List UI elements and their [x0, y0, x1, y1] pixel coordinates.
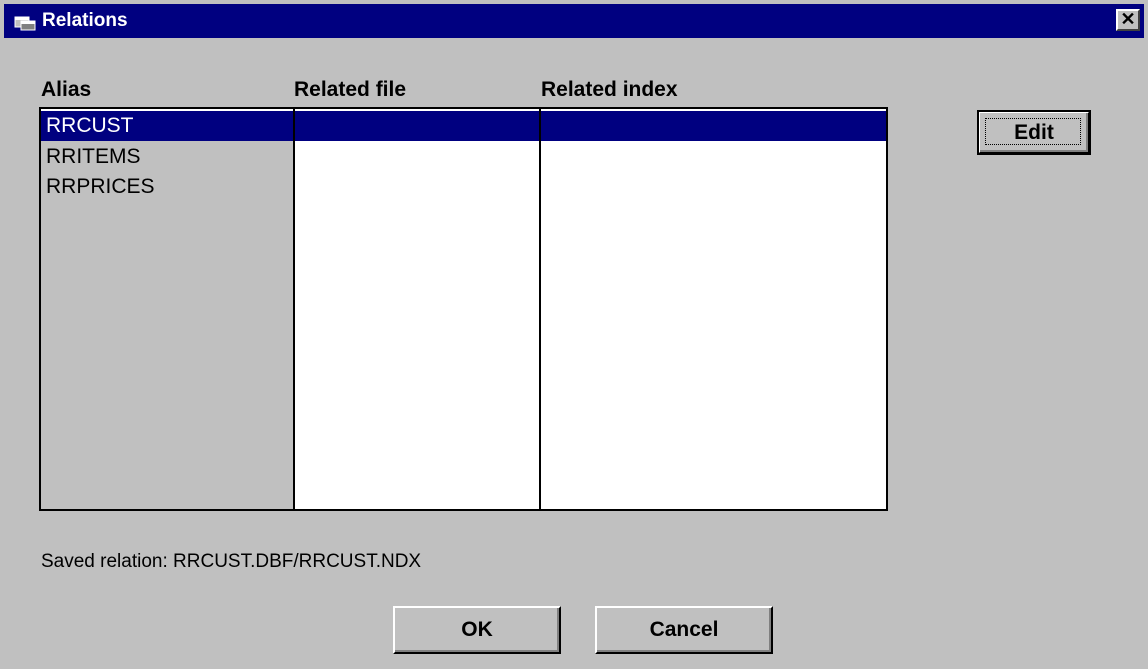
- cancel-button-label: Cancel: [649, 618, 719, 641]
- column-header-related-file: Related file: [294, 78, 407, 101]
- edit-button[interactable]: Edit: [977, 110, 1091, 155]
- cancel-button[interactable]: Cancel: [595, 606, 773, 654]
- related-file-column-fill: [295, 141, 539, 509]
- focus-rectangle: [985, 118, 1081, 145]
- close-button[interactable]: ✕: [1116, 9, 1140, 31]
- related-index-column-fill: [541, 141, 886, 509]
- close-icon: ✕: [1120, 9, 1136, 29]
- related-index-column[interactable]: [541, 109, 886, 509]
- window-title: Relations: [42, 10, 128, 31]
- list-item-alias[interactable]: RRPRICES: [46, 172, 155, 202]
- ok-button[interactable]: OK: [393, 606, 561, 654]
- relations-dialog: Relations ✕ Alias Related file Related i…: [0, 0, 1148, 669]
- window-app-icon: [14, 16, 36, 31]
- ok-button-label: OK: [461, 618, 493, 641]
- relations-grid[interactable]: RRCUST RRITEMS RRPRICES: [39, 107, 888, 511]
- list-item-alias[interactable]: RRITEMS: [46, 142, 141, 172]
- column-header-alias: Alias: [41, 78, 92, 101]
- title-bar[interactable]: Relations ✕: [4, 4, 1144, 38]
- list-item-alias[interactable]: RRCUST: [46, 111, 134, 141]
- related-file-column[interactable]: [295, 109, 541, 509]
- column-header-related-index: Related index: [541, 78, 678, 101]
- saved-relation-text: Saved relation: RRCUST.DBF/RRCUST.NDX: [41, 551, 422, 572]
- alias-column[interactable]: RRCUST RRITEMS RRPRICES: [41, 109, 295, 509]
